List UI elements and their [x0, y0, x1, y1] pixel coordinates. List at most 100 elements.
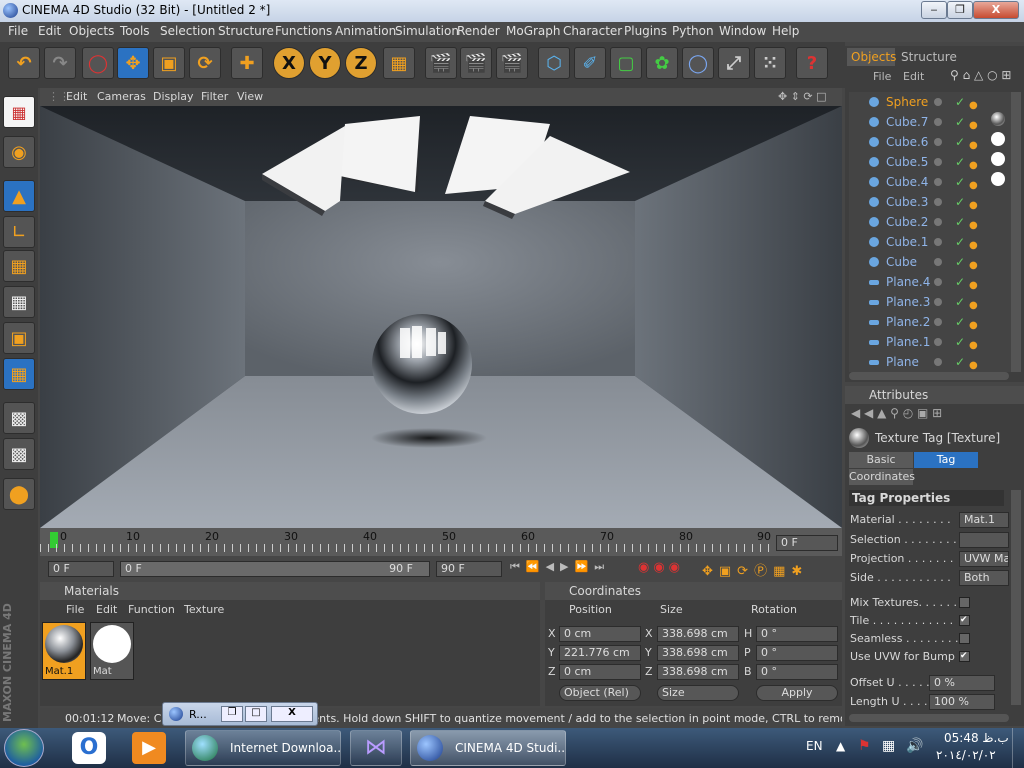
coordinate-mode-select[interactable]: Object (Rel) — [559, 685, 641, 701]
render-picture-viewer-icon[interactable]: 🎬 — [460, 47, 492, 79]
use-model-tool-icon[interactable]: ▲ — [3, 180, 35, 212]
material-tag-white-icon[interactable] — [991, 152, 1005, 166]
start-button-icon[interactable] — [4, 729, 44, 767]
length-u-field[interactable]: 100 % — [929, 694, 995, 710]
phong-tag-icon[interactable]: ● — [969, 196, 981, 211]
3d-viewport[interactable] — [40, 106, 842, 528]
rot-h-field[interactable]: 0 ° — [756, 626, 838, 642]
visibility-dot-icon[interactable] — [934, 298, 942, 306]
enabled-check-icon[interactable]: ✓ — [955, 352, 965, 372]
objects-menu-file[interactable]: File — [873, 70, 891, 83]
pos-z-field[interactable]: 0 cm — [559, 664, 641, 680]
visibility-dot-icon[interactable] — [934, 338, 942, 346]
end-frame-field[interactable]: 90 F — [436, 561, 502, 577]
phong-tag-icon[interactable]: ● — [969, 276, 981, 291]
use-object-axis-icon[interactable]: ∟ — [3, 216, 35, 248]
edges-mode-icon[interactable]: ▦ — [3, 286, 35, 318]
enabled-check-icon[interactable]: ✓ — [955, 312, 965, 332]
spline-pen-icon[interactable]: ✐ — [574, 47, 606, 79]
enabled-check-icon[interactable]: ✓ — [955, 232, 965, 252]
points-mode-icon[interactable]: ▦ — [3, 250, 35, 282]
viewport-menu-edit[interactable]: Edit — [66, 90, 87, 103]
tray-expand-icon[interactable]: ▲ — [836, 739, 845, 753]
menu-structure[interactable]: Structure — [218, 24, 274, 38]
menu-render[interactable]: Render — [457, 24, 500, 38]
material-link-field[interactable]: Mat.1 — [959, 512, 1009, 528]
environment-icon[interactable]: ⤢ — [718, 47, 750, 79]
menu-plugins[interactable]: Plugins — [624, 24, 667, 38]
taskbar-item-cinema4d[interactable]: CINEMA 4D Studi... — [410, 730, 566, 766]
menu-simulation[interactable]: Simulation — [395, 24, 459, 38]
visibility-dot-icon[interactable] — [934, 258, 942, 266]
rot-b-field[interactable]: 0 ° — [756, 664, 838, 680]
coordinate-system-icon[interactable]: ▦ — [383, 47, 415, 79]
playback-controls-icon[interactable]: ⏮⏪◀▶⏩⏭ — [510, 560, 630, 578]
tab-structure[interactable]: Structure — [897, 48, 957, 66]
menu-help[interactable]: Help — [772, 24, 799, 38]
enabled-check-icon[interactable]: ✓ — [955, 132, 965, 152]
enabled-check-icon[interactable]: ✓ — [955, 172, 965, 192]
opera-browser-icon[interactable]: O — [72, 732, 106, 764]
make-editable-icon[interactable]: ◉ — [3, 136, 35, 168]
selection-field[interactable] — [959, 532, 1009, 548]
menu-file[interactable]: File — [8, 24, 28, 38]
size-x-field[interactable]: 338.698 cm — [657, 626, 739, 642]
polygons-mode-icon[interactable]: ▣ — [3, 322, 35, 354]
visibility-dot-icon[interactable] — [934, 278, 942, 286]
help-pointer-icon[interactable]: ? — [796, 47, 828, 79]
phong-tag-icon[interactable]: ● — [969, 356, 981, 371]
object-row-plane[interactable]: Plane ✓ ● — [849, 352, 1011, 372]
language-indicator[interactable]: EN — [806, 739, 823, 753]
phong-tag-icon[interactable]: ● — [969, 116, 981, 131]
add-object-icon[interactable]: ✚ — [231, 47, 263, 79]
rotate-tool-icon[interactable]: ⟳ — [189, 47, 221, 79]
object-row-cube[interactable]: Cube ✓ ● — [849, 252, 1011, 272]
material-swatch-mat1[interactable]: Mat.1 — [42, 622, 86, 680]
workplane-icon[interactable]: ▩ — [3, 402, 35, 434]
tab-tag[interactable]: Tag — [914, 452, 978, 468]
object-row-cube4[interactable]: Cube.4 ✓ ● — [849, 172, 1011, 192]
undo-icon[interactable]: ↶ — [8, 47, 40, 79]
phong-tag-icon[interactable]: ● — [969, 156, 981, 171]
visual-studio-icon[interactable]: ⋈ — [350, 730, 402, 766]
z-axis-button[interactable]: Z — [345, 47, 377, 79]
redo-icon[interactable]: ↷ — [44, 47, 76, 79]
attributes-nav-icons[interactable]: ◀ ◀ ▲ ⚲ ◴ ▣ ⊞ — [851, 406, 1021, 424]
objects-menu-edit[interactable]: Edit — [903, 70, 924, 83]
phong-tag-icon[interactable]: ● — [969, 176, 981, 191]
mix-textures-checkbox[interactable] — [959, 597, 970, 608]
menu-animation[interactable]: Animation — [335, 24, 396, 38]
visibility-dot-icon[interactable] — [934, 138, 942, 146]
visibility-dot-icon[interactable] — [934, 358, 942, 366]
menu-selection[interactable]: Selection — [160, 24, 215, 38]
scene-light-icon[interactable]: ⁙ — [754, 47, 786, 79]
material-tag-white-icon[interactable] — [991, 172, 1005, 186]
object-row-cube6[interactable]: Cube.6 ✓ ● — [849, 132, 1011, 152]
array-object-icon[interactable]: ✿ — [646, 47, 678, 79]
rot-p-field[interactable]: 0 ° — [756, 645, 838, 661]
materials-menu-function[interactable]: Function — [128, 603, 175, 616]
viewport-menu-filter[interactable]: Filter — [201, 90, 228, 103]
menu-objects[interactable]: Objects — [69, 24, 114, 38]
sculpt-icon[interactable]: ⬤ — [3, 478, 35, 510]
scale-tool-icon[interactable]: ▣ — [153, 47, 185, 79]
maximize-button[interactable]: ❐ — [947, 1, 973, 19]
phong-tag-icon[interactable]: ● — [969, 316, 981, 331]
phong-tag-icon[interactable]: ● — [969, 236, 981, 251]
menu-python[interactable]: Python — [672, 24, 714, 38]
y-axis-button[interactable]: Y — [309, 47, 341, 79]
minimized-close-button[interactable]: X — [271, 706, 313, 722]
visibility-dot-icon[interactable] — [934, 198, 942, 206]
side-select[interactable]: Both — [959, 570, 1009, 586]
enabled-check-icon[interactable]: ✓ — [955, 212, 965, 232]
tab-objects[interactable]: Objects — [847, 48, 896, 66]
taskbar-item-internet-download[interactable]: Internet Downloa... — [185, 730, 341, 766]
size-mode-select[interactable]: Size — [657, 685, 739, 701]
phong-tag-icon[interactable]: ● — [969, 96, 981, 111]
render-settings-icon[interactable]: 🎬 — [496, 47, 528, 79]
attributes-hscrollbar[interactable] — [849, 714, 1009, 722]
live-selection-icon[interactable]: ◯ — [82, 47, 114, 79]
enabled-check-icon[interactable]: ✓ — [955, 272, 965, 292]
phong-tag-icon[interactable]: ● — [969, 256, 981, 271]
visibility-dot-icon[interactable] — [934, 218, 942, 226]
